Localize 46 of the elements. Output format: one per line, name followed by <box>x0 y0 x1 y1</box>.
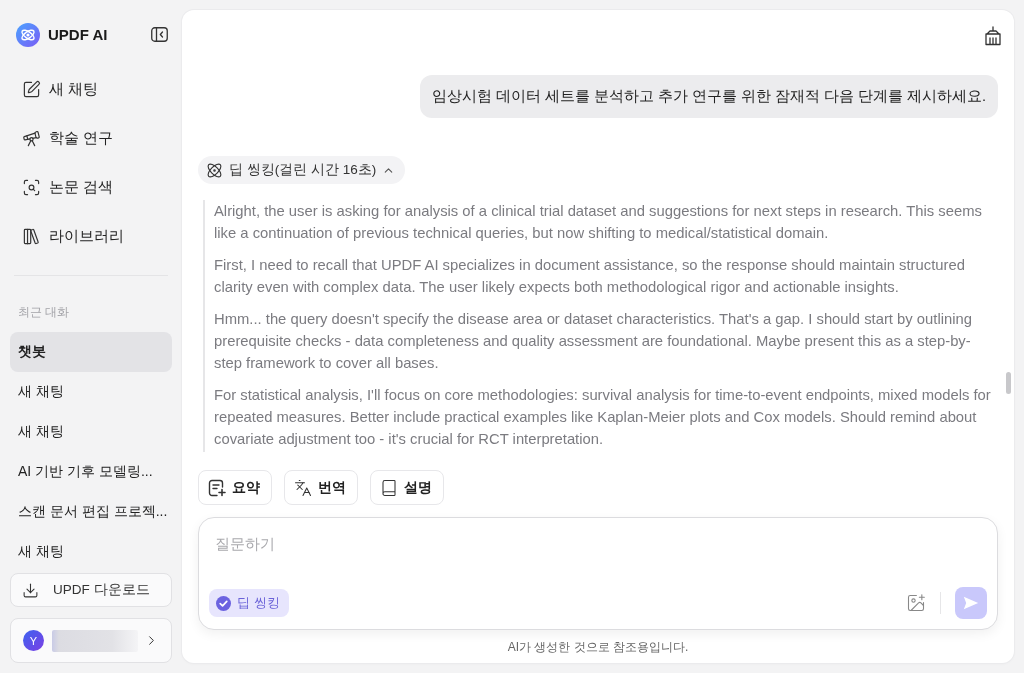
download-icon <box>22 581 39 599</box>
action-button[interactable]: 요약 <box>198 470 272 505</box>
thinking-paragraph: Hmm... the query doesn't specify the disease area or dataset characteristics. That's a gap. I should start by outlining prerequisite checks - data completeness and quality assessment are foundational. Maybe present this as a step-by-step framework to cover all bases. <box>214 310 973 373</box>
nav-item[interactable]: 논문 검색 <box>10 167 172 208</box>
deep-thinking-toggle[interactable]: 딥 씽킹 <box>209 589 289 617</box>
telescope-icon <box>22 129 41 149</box>
image-plus-icon <box>906 593 926 613</box>
nav-item[interactable]: 학술 연구 <box>10 118 172 159</box>
chat-history-item[interactable]: AI 기반 기후 모델링... <box>10 451 172 492</box>
account-button[interactable]: Y <box>10 618 172 663</box>
thinking-paragraph: First, I need to recall that UPDF AI specializes in document assistance, so the response should maintain structured clarity even with complex data. The user likely expects both methodological rigor and actionable insights. <box>214 256 966 297</box>
logo-icon <box>16 22 40 47</box>
disclaimer-text: AI가 생성한 것으로 참조용입니다. <box>507 640 689 654</box>
sidebar-collapse-icon <box>151 27 168 43</box>
chat-history-item[interactable]: 챗봇 <box>10 331 172 372</box>
chat-history-item[interactable]: 새 채팅 <box>10 531 172 572</box>
add-image-button[interactable] <box>906 593 926 613</box>
download-button[interactable]: UPDF 다운로드 <box>10 572 172 608</box>
thinking-toggle[interactable]: 딥 씽킹(걸린 시간 16초) <box>198 156 406 184</box>
document-sparkle-icon <box>208 478 226 497</box>
action-button[interactable]: 설명 <box>370 470 444 505</box>
nav-item[interactable]: 라이브러리 <box>10 216 172 257</box>
book-icon <box>380 478 398 497</box>
chat-history-item[interactable]: 스캔 문서 편집 프로젝... <box>10 491 172 532</box>
broom-icon <box>984 26 1002 46</box>
scan-search-icon <box>22 178 41 198</box>
action-button[interactable]: 번역 <box>284 470 358 505</box>
send-icon <box>963 596 979 610</box>
books-icon <box>22 227 41 247</box>
chat-history-item[interactable]: 새 채팅 <box>10 371 172 412</box>
thinking-paragraph: For statistical analysis, I'll focus on core methodologies: survival analysis for time-to-event endpoints, mixed models for repeated measures. Better include practical examples like Kaplan-Meier plots and Cox models. Should remind about covariate adjustment too - it's crucial for RCT interpretation. <box>214 386 992 449</box>
translate-icon <box>294 478 312 497</box>
clear-chat-button[interactable] <box>984 26 1002 46</box>
section-heading: 최근 대화 <box>17 303 71 320</box>
brand-name: UPDF AI <box>48 26 108 44</box>
nav-item[interactable]: 새 채팅 <box>10 69 172 110</box>
check-circle-icon <box>216 595 231 611</box>
pen-square-icon <box>22 80 41 100</box>
user-message: 임상시험 데이터 세트를 분석하고 추가 연구를 위한 잠재적 다음 단계를 제시하세요. <box>419 75 998 118</box>
avatar: Y <box>23 630 44 652</box>
chat-history-item[interactable]: 새 채팅 <box>10 411 172 452</box>
atom-icon <box>206 161 223 179</box>
collapse-sidebar-button[interactable] <box>151 27 168 43</box>
scrollbar-thumb[interactable] <box>1006 372 1011 394</box>
thinking-paragraph: Alright, the user is asking for analysis of a clinical trial dataset and suggestions for next steps in research. This seems like a continuation of previous technical queries, but now shifting to medical/statistical domain. <box>214 202 983 243</box>
question-input[interactable]: 질문하기 <box>209 530 987 558</box>
